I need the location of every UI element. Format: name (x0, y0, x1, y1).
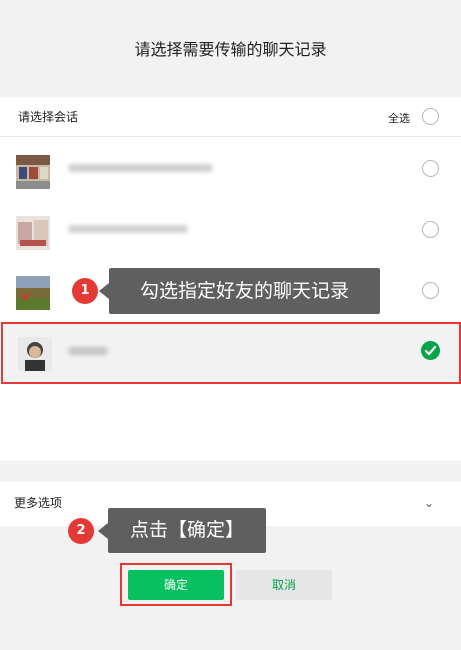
step-1-tooltip: 勾选指定好友的聊天记录 (109, 268, 380, 314)
section-gap (0, 462, 461, 482)
step-2-tooltip: 点击【确定】 (108, 508, 266, 553)
cancel-button[interactable]: 取消 (236, 570, 332, 600)
chevron-down-icon[interactable]: ⌄ (424, 496, 434, 510)
chat-name-blurred (68, 225, 188, 233)
chat-radio[interactable] (422, 282, 439, 299)
highlight-frame (1, 322, 461, 384)
chat-radio[interactable] (422, 221, 439, 238)
more-options-label: 更多选项 (14, 496, 63, 510)
avatar (16, 216, 50, 250)
dialog-title: 请选择需要传输的聊天记录 (134, 40, 327, 59)
avatar (16, 155, 50, 189)
avatar (16, 276, 50, 310)
step-2-badge: 2 (68, 518, 94, 544)
tooltip-pointer (98, 523, 108, 539)
chat-list-label: 请选择会话 (18, 110, 79, 124)
step-1-badge: 1 (72, 278, 98, 304)
confirm-highlight-frame (120, 563, 232, 606)
select-all-radio[interactable] (422, 108, 439, 125)
chat-radio[interactable] (422, 160, 439, 177)
avatar-image (16, 216, 50, 250)
avatar-image (16, 276, 50, 310)
select-all-label[interactable]: 全选 (388, 110, 410, 126)
tooltip-pointer (99, 283, 109, 299)
chat-name-blurred (68, 164, 213, 172)
avatar-image (16, 155, 50, 189)
